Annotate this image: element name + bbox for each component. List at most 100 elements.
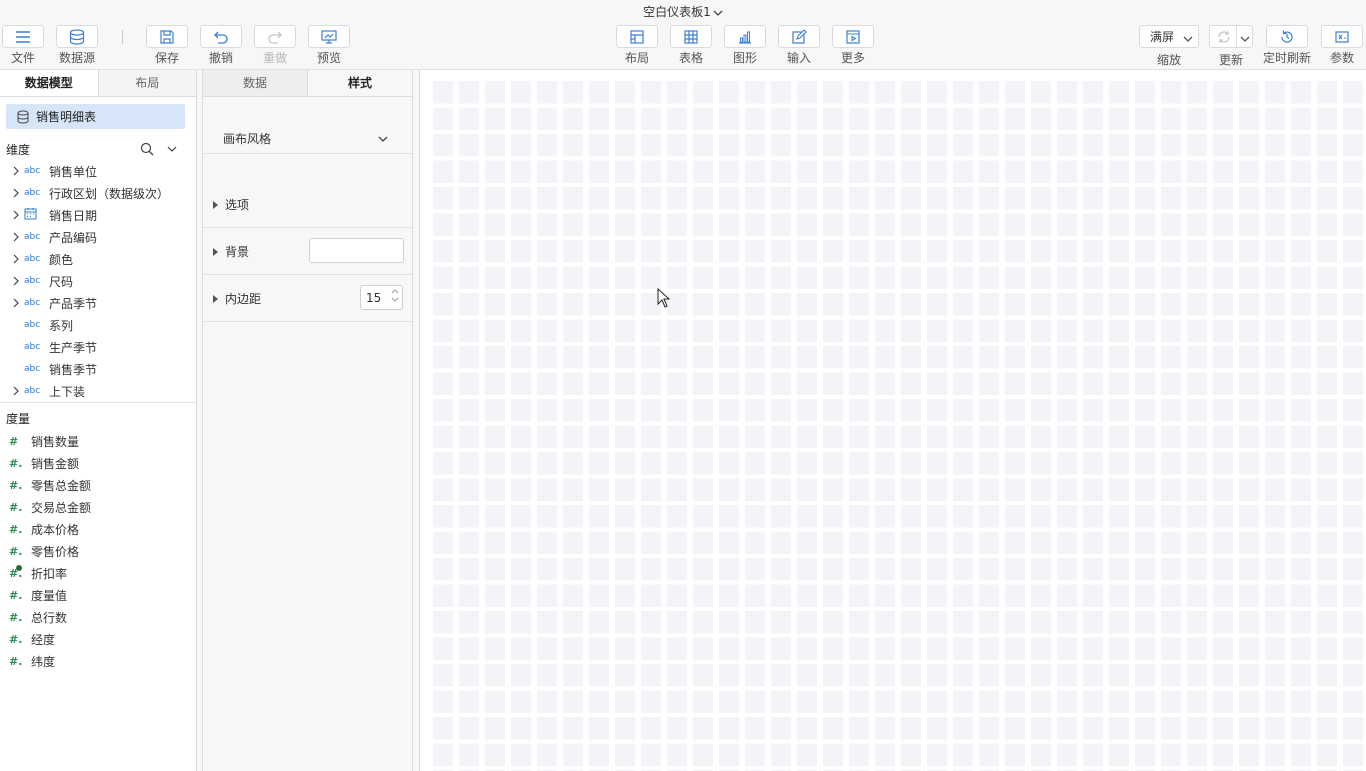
measure-item[interactable]: #. 经度 [0,628,196,650]
number-type-icon: #. [9,588,23,602]
measure-list: # 销售数量 #. 销售金额 #. 零售总金额 #. 交易总金额 #. 成本价格 #. 零售价格 #. 折… [0,430,196,672]
padding-label: 内边距 [225,291,262,306]
dimension-name: 尺码 [49,274,74,289]
measure-item[interactable]: #. 零售价格 [0,540,196,562]
dimension-item[interactable]: abc 尺码 [0,270,196,292]
scheduled-refresh-label: 定时刷新 [1262,51,1311,65]
options-section[interactable]: 选项 [203,181,412,228]
dimension-name: 生产季节 [49,340,98,355]
padding-section[interactable]: 内边距 15 [203,275,412,322]
file-button[interactable]: 文件 [1,25,45,65]
data-model-panel: 数据模型 布局 销售明细表 维度 abc 销售单位 abc 行政区划（数据级次） 销售日… [0,70,197,771]
table-insert-button[interactable]: 表格 [669,25,713,65]
measure-item[interactable]: #. 纬度 [0,650,196,672]
edit-icon [778,25,820,48]
params-button[interactable]: 参数 [1320,25,1364,65]
text-type-icon: abc [24,298,41,308]
dimension-list: abc 销售单位 abc 行政区划（数据级次） 销售日期 abc 产品编码 abc 颜色 abc 尺… [0,160,196,402]
datasource-button[interactable]: 数据源 [55,25,99,65]
measure-item[interactable]: #. 零售总金额 [0,474,196,496]
canvas-style-select[interactable]: 画布风格 [203,70,412,154]
more-insert-button[interactable]: 更多 [831,25,875,65]
chevron-right-icon[interactable] [10,188,22,198]
dimension-item[interactable]: abc 生产季节 [0,336,196,358]
dataset-name: 销售明细表 [36,110,97,124]
chevron-right-icon[interactable] [10,254,22,264]
file-label: 文件 [10,51,35,65]
undo-button[interactable]: 撤销 [199,25,243,65]
number-type-icon: #. [9,500,23,514]
spin-up-icon[interactable] [391,289,399,294]
dimension-item[interactable]: abc 销售季节 [0,358,196,380]
number-type-icon: #. [9,610,23,624]
table-icon [670,25,712,48]
number-type-icon: #. [9,544,23,558]
chevron-right-icon[interactable] [10,298,22,308]
chevron-right-icon[interactable] [10,232,22,242]
chevron-right-icon[interactable] [10,166,22,176]
measures-header: 度量 [0,407,196,429]
measure-item[interactable]: #. 成本价格 [0,518,196,540]
measure-name: 销售数量 [31,434,80,449]
chart-insert-button[interactable]: 图形 [723,25,767,65]
dimension-item[interactable]: abc 产品季节 [0,292,196,314]
dimension-item[interactable]: abc 系列 [0,314,196,336]
number-type-icon: #. [9,478,23,492]
chevron-right-icon[interactable] [10,210,22,220]
input-insert-button[interactable]: 输入 [777,25,821,65]
redo-button[interactable]: 重做 [253,25,297,65]
dimension-item[interactable]: abc 上下装 [0,380,196,402]
chevron-down-icon[interactable] [1240,32,1250,46]
text-type-icon: abc [24,232,41,242]
search-icon[interactable] [140,142,154,159]
measures-title: 度量 [6,411,31,426]
bar-chart-icon [724,25,766,48]
dimension-item[interactable]: abc 行政区划（数据级次） [0,182,196,204]
text-type-icon: abc [24,166,41,176]
measure-item[interactable]: #. 交易总金额 [0,496,196,518]
play-box-icon [832,25,874,48]
tab-layout[interactable]: 布局 [98,70,196,96]
measure-item[interactable]: #. 度量值 [0,584,196,606]
caret-right-icon [213,248,218,256]
padding-number-input[interactable]: 15 [360,285,403,310]
measure-name: 交易总金额 [31,500,92,515]
scheduled-refresh-button[interactable]: 定时刷新 [1263,25,1311,65]
preview-label: 预览 [316,51,341,65]
canvas-grid-rows [433,81,1366,771]
dashboard-title[interactable]: 空白仪表板1 [0,3,1366,20]
chevron-down-icon[interactable] [166,142,178,159]
caret-right-icon [213,295,218,303]
options-label: 选项 [225,197,250,212]
background-section[interactable]: 背景 [203,228,412,275]
layout-insert-button[interactable]: 布局 [615,25,659,65]
measure-item[interactable]: #. 折扣率 [0,562,196,584]
dimension-item[interactable]: abc 销售单位 [0,160,196,182]
text-type-icon: abc [24,342,41,352]
chevron-right-icon[interactable] [10,276,22,286]
dataset-item[interactable]: 销售明细表 [6,104,185,129]
zoom-select[interactable]: 满屏 [1139,25,1199,48]
measure-item[interactable]: #. 销售金额 [0,452,196,474]
dimension-item[interactable]: abc 颜色 [0,248,196,270]
measure-item[interactable]: # 销售数量 [0,430,196,452]
background-color-input[interactable] [309,238,404,263]
tab-data-model[interactable]: 数据模型 [0,70,99,96]
chevron-right-icon[interactable] [10,386,22,396]
refresh-split-button[interactable] [1209,25,1253,48]
save-button[interactable]: 保存 [145,25,189,65]
undo-icon [200,25,242,48]
dashboard-canvas[interactable] [419,70,1366,771]
refresh-icon [1216,29,1232,48]
refresh-label: 更新 [1219,53,1244,67]
measure-name: 销售金额 [31,456,80,471]
dimension-item[interactable]: 销售日期 [0,204,196,226]
clock-history-icon [1266,25,1308,48]
number-type-icon: #. [9,522,23,536]
measure-name: 折扣率 [31,566,68,581]
dimension-item[interactable]: abc 产品编码 [0,226,196,248]
preview-button[interactable]: 预览 [307,25,351,65]
spin-down-icon[interactable] [391,297,399,302]
measure-name: 总行数 [31,610,68,625]
measure-item[interactable]: #. 总行数 [0,606,196,628]
